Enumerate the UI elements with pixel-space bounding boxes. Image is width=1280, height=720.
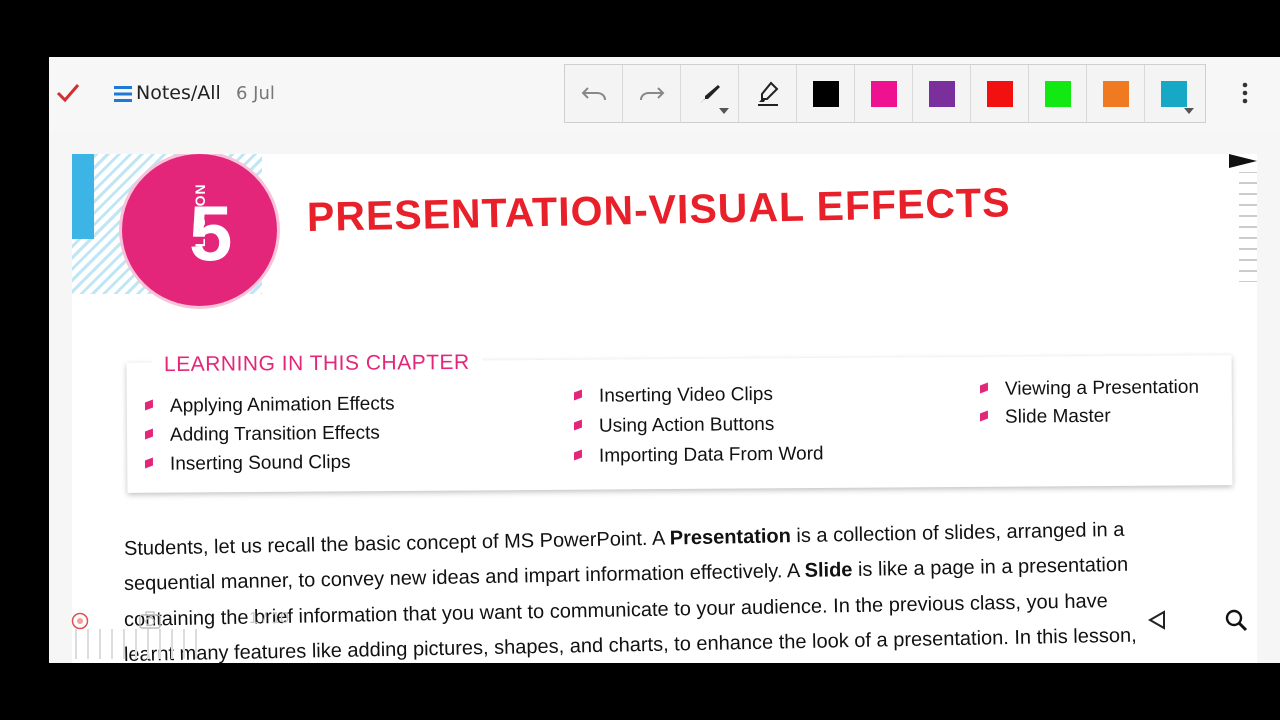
body-text-line: Students, let us recall the basic concep… xyxy=(123,518,1125,560)
lesson-number: 5 xyxy=(189,189,233,277)
redo-button[interactable] xyxy=(623,65,681,122)
color-swatch-teal xyxy=(1161,80,1187,107)
color-swatch-pink xyxy=(870,80,897,107)
scrubber-track[interactable] xyxy=(74,629,209,659)
learning-item: Inserting Sound Clips xyxy=(145,452,351,476)
learning-item: Viewing a Presentation xyxy=(980,377,1199,401)
notes-title[interactable]: Notes/All xyxy=(136,82,221,104)
color-swatch-purple xyxy=(928,80,955,107)
highlighter-icon xyxy=(757,81,778,106)
pen-tool-button[interactable] xyxy=(681,65,739,122)
learning-item: Adding Transition Effects xyxy=(145,423,380,447)
body-text-line: learnt many features like adding picture… xyxy=(123,624,1137,663)
check-icon[interactable] xyxy=(55,80,81,106)
menu-icon[interactable] xyxy=(114,85,132,103)
body-text-line: sequential manner, to convey new ideas a… xyxy=(123,553,1129,595)
color-options-arrow[interactable] xyxy=(1184,108,1194,114)
bookmark-flag-icon xyxy=(1229,154,1257,168)
learning-item: Slide Master xyxy=(980,406,1111,429)
drawing-tools xyxy=(564,64,1206,123)
undo-icon xyxy=(581,86,606,100)
pen-icon xyxy=(699,84,720,103)
color-swatch-orange xyxy=(1102,80,1129,107)
learning-header: LEARNING IN THIS CHAPTER xyxy=(151,348,482,380)
color-black-button[interactable] xyxy=(797,65,855,122)
page-edge-lines xyxy=(1239,172,1257,282)
color-swatch-red xyxy=(986,80,1013,107)
learning-item: Importing Data From Word xyxy=(574,443,824,468)
color-orange-button[interactable] xyxy=(1087,65,1145,122)
color-red-button[interactable] xyxy=(971,65,1029,122)
camera-icon[interactable] xyxy=(139,611,161,629)
undo-button[interactable] xyxy=(565,65,623,122)
color-teal-button[interactable] xyxy=(1145,65,1203,122)
learning-item: Using Action Buttons xyxy=(574,414,775,438)
chapter-title: PRESENTATION-VISUAL EFFECTS xyxy=(306,179,1011,240)
corner-accent xyxy=(72,154,94,239)
color-swatch-green xyxy=(1044,80,1071,107)
top-toolbar: Notes/All 6 Jul xyxy=(49,57,1280,131)
color-pink-button[interactable] xyxy=(855,65,913,122)
note-viewer-app: Notes/All 6 Jul LESSON 5 PRESENTATION-VI… xyxy=(49,57,1280,663)
document-page: LESSON 5 PRESENTATION-VISUAL EFFECTS LEA… xyxy=(72,154,1257,663)
back-triangle-icon[interactable] xyxy=(1146,609,1168,631)
page-indicator: 1 / 10 xyxy=(249,610,290,627)
color-swatch-black xyxy=(812,80,839,107)
notes-date: 6 Jul xyxy=(236,83,275,104)
pen-options-arrow[interactable] xyxy=(719,108,729,114)
color-purple-button[interactable] xyxy=(913,65,971,122)
learning-item: Applying Animation Effects xyxy=(145,393,395,418)
record-icon[interactable] xyxy=(71,612,89,630)
zoom-search-icon[interactable] xyxy=(1224,608,1248,632)
highlighter-tool-button[interactable] xyxy=(739,65,797,122)
color-green-button[interactable] xyxy=(1029,65,1087,122)
learning-item: Inserting Video Clips xyxy=(574,384,773,408)
more-vert-icon[interactable] xyxy=(1239,81,1251,105)
redo-icon xyxy=(639,86,664,100)
